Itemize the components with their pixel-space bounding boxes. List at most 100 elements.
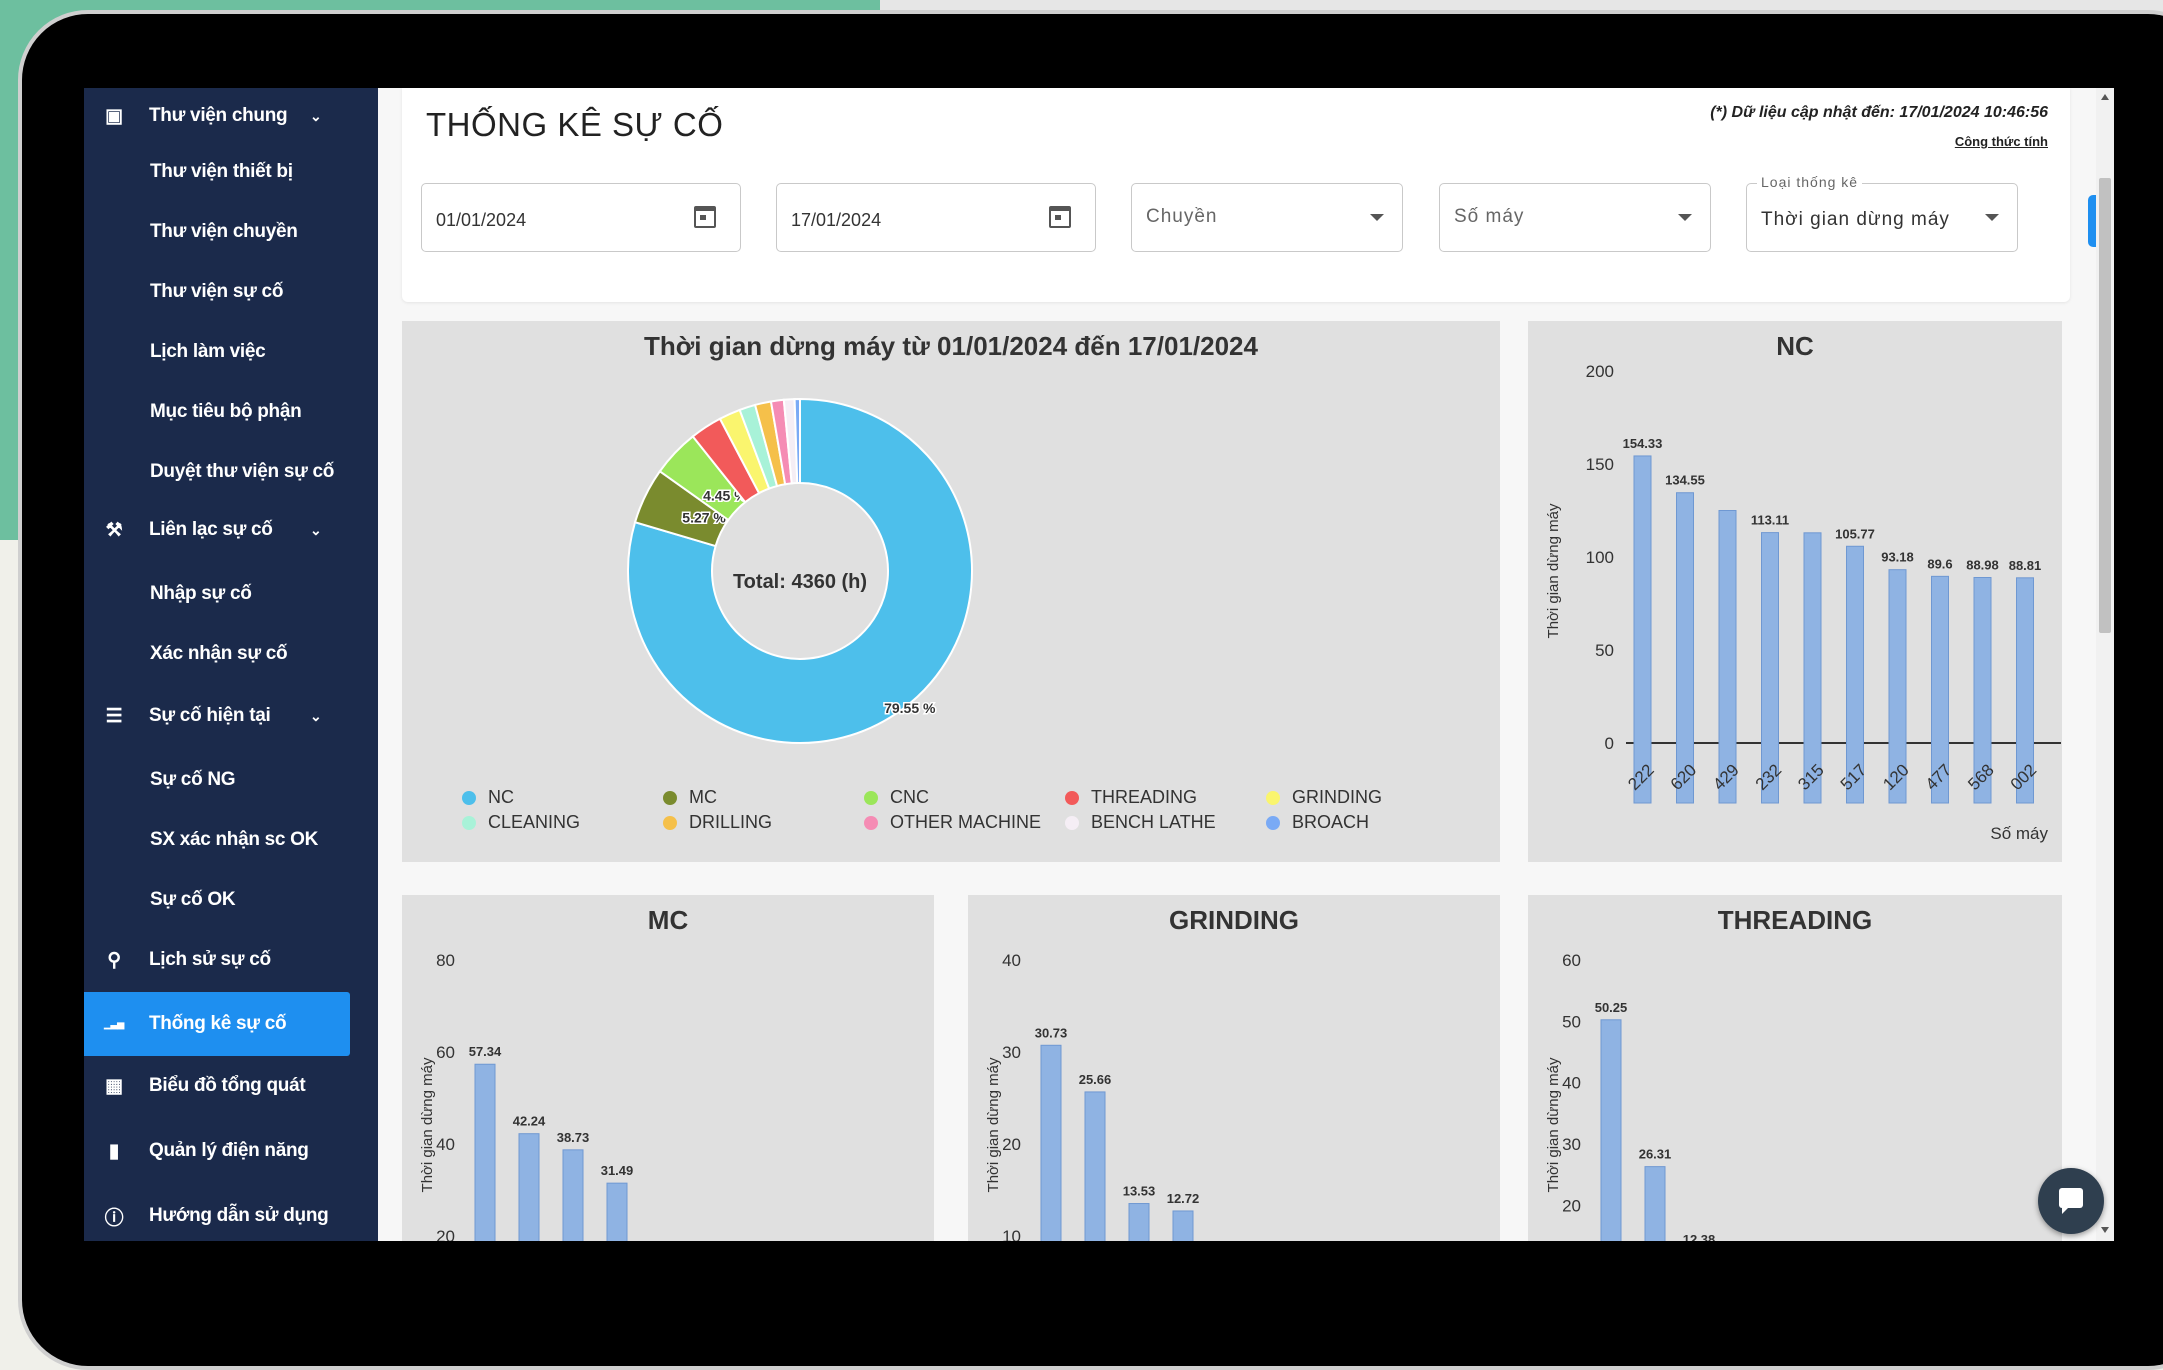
- page-title: THỐNG KÊ SỰ CỐ: [426, 106, 724, 143]
- sidebar-item[interactable]: Lịch làm việc: [84, 324, 378, 380]
- sidebar-item-label: Nhập sự cố: [150, 583, 252, 604]
- sidebar-item-label: Biểu đồ tổng quát: [149, 1075, 306, 1096]
- bar-data-label: 89.6: [1927, 556, 1952, 571]
- sidebar-item[interactable]: Sự cố OK: [84, 872, 378, 928]
- x-axis-label: Số máy: [1990, 824, 2048, 843]
- donut-total-label: Total: 4360 (h): [733, 571, 867, 593]
- chat-button[interactable]: [2038, 1168, 2104, 1234]
- sidebar-item-label: Thống kê sự cố: [149, 1013, 287, 1034]
- legend-label: CNC: [890, 787, 929, 807]
- sidebar-item[interactable]: Thư viện thiết bị: [84, 144, 378, 200]
- legend-item[interactable]: OTHER MACHINE: [864, 812, 1041, 833]
- bar-data-label: 113.11: [1751, 513, 1789, 528]
- bar-data-label: 31.49: [601, 1163, 634, 1178]
- bar: [1633, 455, 1652, 804]
- sidebar-item-label: Lịch làm việc: [150, 341, 266, 362]
- y-tick-label: 10: [1002, 1227, 1021, 1241]
- sidebar-item[interactable]: Thư viện sự cố: [84, 264, 378, 320]
- y-tick-label: 20: [1562, 1196, 1581, 1215]
- legend-item[interactable]: NC: [462, 787, 514, 808]
- y-tick-label: 40: [1002, 951, 1021, 970]
- sidebar-item[interactable]: Nhập sự cố: [84, 566, 378, 622]
- y-tick-label: 30: [1562, 1135, 1581, 1154]
- chevron-down-icon[interactable]: ⌄: [310, 522, 322, 539]
- calendar-icon[interactable]: [1049, 206, 1071, 228]
- sidebar-item-label: Sự cố NG: [150, 769, 236, 790]
- bar: [1600, 1019, 1622, 1241]
- bar: [1644, 1166, 1666, 1241]
- y-axis-label: Thời gian dừng máy: [1545, 1057, 1562, 1192]
- sidebar-item-label: Mục tiêu bộ phận: [150, 401, 302, 422]
- legend-item[interactable]: BENCH LATHE: [1065, 812, 1216, 833]
- legend-swatch: [462, 790, 476, 805]
- bar-data-label: 42.24: [513, 1114, 546, 1129]
- y-tick-label: 0: [1605, 734, 1614, 753]
- nc-chart-panel: NC 0 50 100 150 200 Thời gian dừng máy 154.33 2…: [1528, 321, 2062, 862]
- sidebar-item[interactable]: ⓘ Hướng dẫn sử dụng: [84, 1188, 378, 1241]
- y-axis-label: Thời gian dừng máy: [419, 1057, 436, 1192]
- sidebar-item[interactable]: ▮ Quản lý điện năng: [84, 1123, 378, 1179]
- legend-item[interactable]: CNC: [864, 787, 929, 808]
- sidebar-item[interactable]: ▁▃▅ Thống kê sự cố: [84, 992, 350, 1056]
- legend-item[interactable]: CLEANING: [462, 812, 580, 833]
- sidebar-item-label: Duyệt thư viện sự cố: [150, 461, 335, 482]
- sidebar-item[interactable]: Thư viện chuyền: [84, 204, 378, 260]
- scroll-down-icon[interactable]: [2101, 1227, 2109, 1233]
- bar-data-label: 93.18: [1881, 550, 1914, 565]
- battery-icon: ▮: [108, 1140, 120, 1162]
- sidebar-item[interactable]: ▣ Thư viện chung ⌄: [84, 88, 378, 144]
- y-tick-label: 60: [436, 1043, 455, 1062]
- sidebar: ▣ Thư viện chung ⌄ Thư viện thiết bị Thư việ…: [84, 88, 378, 1241]
- sidebar-item-label: Sự cố hiện tại: [149, 705, 271, 726]
- legend-item[interactable]: MC: [663, 787, 717, 808]
- sidebar-item[interactable]: SX xác nhận sc OK: [84, 812, 378, 868]
- formula-link[interactable]: Công thức tính: [1955, 134, 2048, 149]
- y-axis-label: Thời gian dừng máy: [1545, 503, 1562, 638]
- sidebar-item[interactable]: ▦ Biểu đồ tổng quát: [84, 1058, 378, 1114]
- dropdown-arrow-icon: [1370, 214, 1384, 221]
- from-date-picker[interactable]: 01/01/2024: [421, 183, 741, 252]
- sidebar-item-label: Liên lạc sự cố: [149, 519, 273, 540]
- bar-data-label: 105.77: [1835, 526, 1875, 541]
- legend-label: CLEANING: [488, 812, 581, 832]
- scroll-up-icon[interactable]: [2101, 94, 2109, 100]
- sidebar-item[interactable]: ⚒ Liên lạc sự cố ⌄: [84, 502, 378, 558]
- calendar-icon[interactable]: [694, 206, 716, 228]
- to-date-picker[interactable]: 17/01/2024: [776, 183, 1096, 252]
- legend-item[interactable]: DRILLING: [663, 812, 772, 833]
- bar-data-label: 57.34: [469, 1044, 502, 1059]
- sidebar-item[interactable]: Xác nhận sự cố: [84, 626, 378, 682]
- legend-swatch: [663, 815, 677, 830]
- vertical-scrollbar[interactable]: [2096, 88, 2114, 1241]
- sidebar-item-label: Thư viện chuyền: [150, 221, 298, 242]
- legend-swatch: [864, 790, 878, 805]
- x-tick-label: 222: [1624, 760, 1657, 793]
- legend-label: MC: [689, 787, 717, 807]
- bar-data-label: 88.81: [2009, 558, 2042, 573]
- machine-select[interactable]: Số máy: [1439, 183, 1711, 252]
- line-select[interactable]: Chuyền: [1131, 183, 1403, 252]
- bar: [1040, 1044, 1062, 1241]
- scroll-thumb[interactable]: [2099, 178, 2111, 633]
- stat-type-select[interactable]: Loại thống kê Thời gian dừng máy: [1746, 174, 2018, 252]
- chevron-down-icon[interactable]: ⌄: [310, 708, 322, 725]
- legend-item[interactable]: BROACH: [1266, 812, 1369, 833]
- x-tick-label: 620: [1667, 760, 1700, 793]
- sidebar-item-label: Thư viện sự cố: [150, 281, 284, 302]
- legend-swatch: [1065, 790, 1079, 805]
- sidebar-item[interactable]: ⚲ Lịch sử sự cố: [84, 932, 378, 988]
- sidebar-item[interactable]: ☰ Sự cố hiện tại ⌄: [84, 688, 378, 744]
- sidebar-item[interactable]: Duyệt thư viện sự cố: [84, 444, 378, 500]
- x-tick-label: 429: [1709, 760, 1742, 793]
- sidebar-item-label: Thư viện chung: [149, 105, 288, 126]
- chevron-down-icon[interactable]: ⌄: [310, 108, 322, 125]
- bar-chart-icon: ▁▃▅: [104, 1018, 124, 1029]
- bar: [1718, 510, 1737, 804]
- y-tick-label: 20: [1002, 1135, 1021, 1154]
- sidebar-item[interactable]: Mục tiêu bộ phận: [84, 384, 378, 440]
- sidebar-item[interactable]: Sự cố NG: [84, 752, 378, 808]
- grinding-chart-panel: GRINDING 10 20 30 40 Thời gian dừng máy 30.73…: [968, 895, 1500, 1241]
- legend-item[interactable]: THREADING: [1065, 787, 1197, 808]
- legend-label: BROACH: [1292, 812, 1370, 832]
- legend-item[interactable]: GRINDING: [1266, 787, 1382, 808]
